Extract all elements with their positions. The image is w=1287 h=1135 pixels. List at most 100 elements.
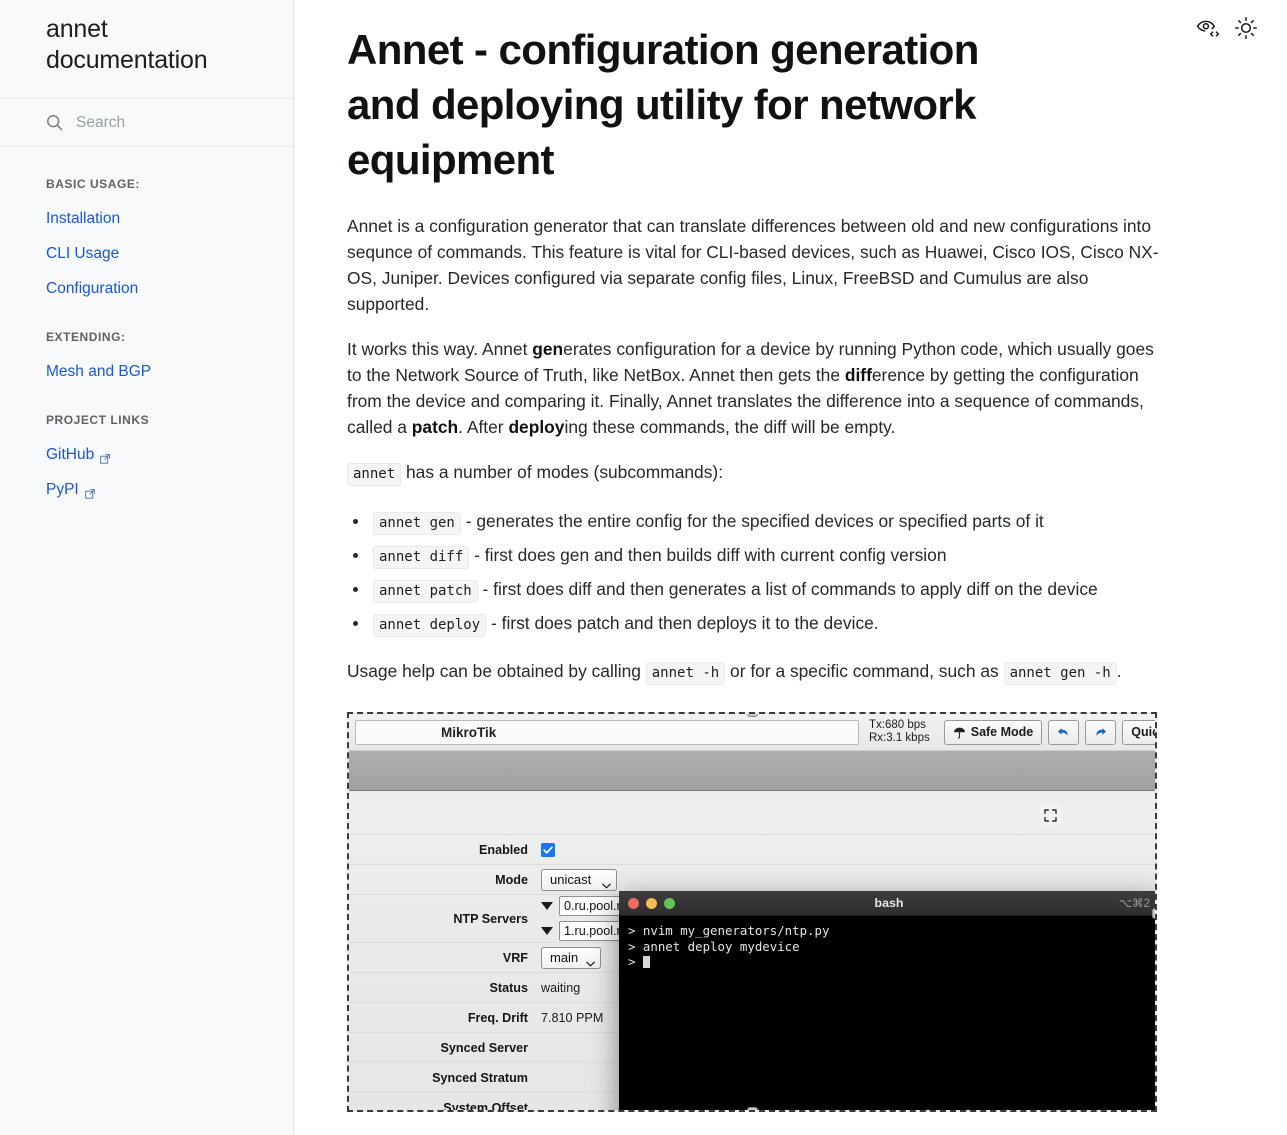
article: Annet - configuration generation and dep… [294, 0, 1287, 1112]
para2-b2: diff [844, 365, 872, 385]
list-item: annet diff - first does gen and then bui… [347, 540, 1177, 572]
inline-code-annet-h: annet -h [645, 662, 726, 685]
para2-s4: . After [458, 417, 509, 437]
brand-block[interactable]: annet documentation [0, 0, 293, 99]
form-value-vrf: main [541, 946, 602, 969]
chevron-down-icon [602, 877, 611, 888]
list-item-text: - first does gen and then builds diff wi… [469, 545, 947, 565]
search-input[interactable] [76, 113, 273, 132]
sidebar-item-cli-usage[interactable]: CLI Usage [0, 236, 293, 271]
form-row-mode: Mode unicast [349, 864, 1155, 894]
terminal-cursor [642, 956, 650, 968]
close-button-icon[interactable] [628, 897, 639, 909]
brand-line-2: documentation [46, 46, 208, 74]
mikrotik-toolbar: MikroTik Tx:680 bps Rx:3.1 kbps Safe Mod… [349, 714, 1155, 751]
vrf-select[interactable]: main [541, 946, 602, 969]
search-bar[interactable] [0, 99, 293, 147]
undo-button[interactable] [1048, 719, 1080, 745]
modes-intro: annet has a number of modes (subcommands… [347, 459, 1159, 487]
inline-code-annet: annet [347, 463, 402, 486]
mode-select[interactable]: unicast [541, 868, 617, 891]
mikrotik-window-body: Enabled Mode unicast NTP Servers 0.ru.po… [349, 791, 1155, 1110]
form-label-synced-stratum: Synced Stratum [432, 1070, 528, 1085]
nav-heading-basic-usage: BASIC USAGE: [46, 177, 140, 191]
inline-code-annet-gen: annet gen [373, 512, 461, 535]
sidebar-item-mesh-and-bgp[interactable]: Mesh and BGP [0, 354, 293, 389]
sidebar-item-label: PyPI [46, 481, 79, 498]
sidebar-item-label: GitHub [46, 446, 95, 463]
usage-help-paragraph: Usage help can be obtained by calling an… [347, 658, 1159, 686]
view-source-icon[interactable] [1196, 16, 1220, 40]
search-icon [46, 114, 63, 131]
form-label-vrf: VRF [502, 950, 528, 965]
redo-button[interactable] [1085, 719, 1117, 745]
inline-code-annet-patch: annet patch [373, 580, 478, 603]
light-mode-icon[interactable] [1234, 16, 1258, 40]
terminal-window[interactable]: bash ⌥⌘2 > nvim my_generators/ntp.py > an… [619, 891, 1155, 1110]
nav-group-extending: EXTENDING: Mesh and BGP [0, 322, 293, 389]
list-item: annet deploy - first does patch and then… [347, 608, 1177, 640]
terminal-body[interactable]: > nvim my_generators/ntp.py > annet deplo… [619, 916, 1155, 977]
mode-select-value: unicast [550, 872, 592, 887]
modes-list: annet gen - generates the entire config … [347, 506, 1177, 640]
list-item-text: - first does patch and then deploys it t… [486, 613, 879, 633]
sidebar-item-label: Installation [46, 210, 121, 227]
dropdown-triangle-icon[interactable] [541, 927, 553, 935]
freq-drift-value: 7.810 PPM [541, 1010, 604, 1025]
expand-image-button[interactable] [1039, 804, 1061, 826]
form-label-status: Status [489, 980, 529, 995]
rx-rate: Rx:3.1 kbps [869, 732, 930, 744]
status-value: waiting [541, 980, 581, 995]
form-row-enabled: Enabled [349, 834, 1155, 864]
page-title: Annet - configuration generation and dep… [347, 26, 979, 183]
resize-handle-right[interactable] [1152, 908, 1155, 919]
usage-s3: . [1116, 661, 1122, 681]
terminal-line: > nvim my_generators/ntp.py [628, 923, 830, 938]
sidebar-item-label: CLI Usage [46, 245, 120, 262]
mikrotik-menu-band [349, 751, 1155, 791]
window-controls [628, 897, 675, 909]
vrf-select-value: main [550, 950, 579, 965]
undo-arrow-icon [1056, 725, 1071, 740]
intro-paragraph: Annet is a configuration generator that … [347, 216, 1159, 314]
mikrotik-traffic-rates: Tx:680 bps Rx:3.1 kbps [865, 719, 938, 745]
mikrotik-title-field[interactable]: MikroTik [355, 719, 859, 745]
modes-intro-text: has a number of modes (subcommands): [401, 462, 724, 482]
list-item: annet gen - generates the entire config … [347, 506, 1177, 538]
sidebar-nav: BASIC USAGE: Installation CLI Usage Conf… [0, 147, 293, 523]
sidebar-item-installation[interactable]: Installation [0, 201, 293, 236]
external-link-icon [100, 449, 111, 464]
inline-code-annet-deploy: annet deploy [373, 614, 487, 637]
resize-handle-top[interactable] [747, 714, 758, 717]
terminal-prompt-line: > [628, 954, 1150, 970]
chevron-down-icon [586, 955, 595, 966]
form-label-enabled: Enabled [479, 842, 528, 857]
para2-b3: patch [411, 417, 459, 437]
embedded-screenshot[interactable]: MikroTik Tx:680 bps Rx:3.1 kbps Safe Mod… [347, 712, 1157, 1112]
redo-arrow-icon [1093, 725, 1108, 740]
dropdown-triangle-icon[interactable] [541, 902, 553, 910]
minimize-button-icon[interactable] [646, 897, 657, 909]
sidebar-item-pypi[interactable]: PyPI [0, 472, 293, 507]
maximize-button-icon[interactable] [664, 897, 675, 909]
terminal-prompt: > [628, 954, 643, 969]
nav-group-project-links: PROJECT LINKS GitHub PyPI [0, 405, 293, 507]
safe-mode-label: Safe Mode [970, 725, 1034, 739]
quick-set-button[interactable]: Quick [1122, 719, 1155, 745]
resize-handle-bottom[interactable] [747, 1107, 758, 1110]
form-label-ntp-servers: NTP Servers [453, 911, 528, 926]
terminal-titlebar: bash ⌥⌘2 [619, 891, 1155, 916]
brand-line-1: annet [46, 15, 108, 43]
form-value-enabled [541, 842, 555, 857]
nav-heading-extending: EXTENDING: [46, 330, 126, 344]
sidebar-item-label: Mesh and BGP [46, 363, 152, 380]
usage-s2: or for a specific command, such as [725, 661, 1004, 681]
sidebar-item-github[interactable]: GitHub [0, 437, 293, 472]
terminal-shortcut-label: ⌥⌘2 [1118, 898, 1150, 910]
sidebar-item-label: Configuration [46, 280, 139, 297]
sidebar-item-configuration[interactable]: Configuration [0, 271, 293, 306]
safe-mode-button[interactable]: Safe Mode [943, 719, 1043, 745]
form-label-synced-server: Synced Server [440, 1040, 528, 1055]
enabled-checkbox[interactable] [541, 842, 555, 857]
terminal-title: bash [874, 896, 904, 910]
